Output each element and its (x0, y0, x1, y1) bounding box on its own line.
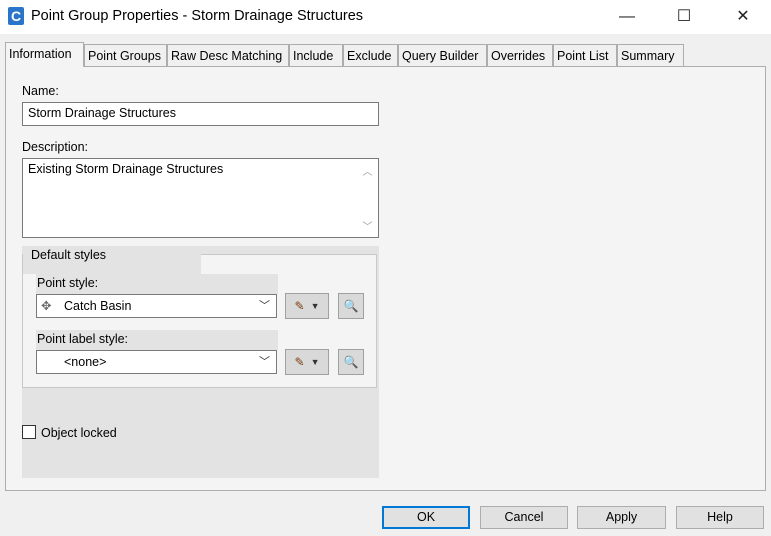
tab-include[interactable]: Include (289, 44, 343, 67)
point-label-style-value: <none> (64, 355, 107, 369)
ok-button[interactable]: OK (382, 506, 470, 529)
maximize-button[interactable]: ☐ (661, 4, 707, 30)
description-label: Description: (22, 140, 88, 154)
tab-summary[interactable]: Summary (617, 44, 684, 67)
tab-raw-desc-matching[interactable]: Raw Desc Matching (167, 44, 289, 67)
app-icon: C (8, 7, 24, 25)
view-point-style-button[interactable]: 🔍 (338, 293, 364, 319)
tab-point-groups[interactable]: Point Groups (84, 44, 167, 67)
tab-query-builder[interactable]: Query Builder (398, 44, 487, 67)
name-label: Name: (22, 84, 59, 98)
chevron-down-icon: ﹀ (259, 356, 270, 368)
description-scrollbar[interactable]: ︿ ﹀ (358, 160, 377, 236)
tab-information[interactable]: Information (5, 42, 84, 67)
default-styles-label: Default styles (31, 248, 107, 262)
point-style-icon: ✥ (41, 299, 52, 313)
description-textarea[interactable]: Existing Storm Drainage Structures (22, 158, 379, 238)
description-text: Existing Storm Drainage Structures (28, 162, 224, 176)
point-style-dropdown[interactable]: ✥ Catch Basin ﹀ (36, 294, 277, 318)
caret-down-icon: ▼ (310, 357, 320, 367)
style-detail-icon: 🔍 (343, 299, 359, 313)
help-button[interactable]: Help (676, 506, 764, 529)
chevron-down-icon: ﹀ (259, 300, 270, 312)
cancel-button[interactable]: Cancel (480, 506, 568, 529)
style-detail-icon: 🔍 (343, 355, 359, 369)
close-button[interactable]: ✕ (720, 4, 766, 30)
tab-point-list[interactable]: Point List (553, 44, 617, 67)
window-title: Point Group Properties - Storm Drainage … (31, 8, 364, 24)
point-style-value: Catch Basin (64, 299, 132, 313)
edit-style-icon: ✎ (294, 355, 305, 369)
apply-button[interactable]: Apply (577, 506, 666, 529)
view-point-label-style-button[interactable]: 🔍 (338, 349, 364, 375)
edit-style-icon: ✎ (294, 299, 305, 313)
point-label-style-label: Point label style: (37, 332, 129, 346)
minimize-button[interactable]: — (604, 4, 650, 30)
edit-point-style-button[interactable]: ✎ ▼ (285, 293, 329, 319)
point-label-style-dropdown[interactable]: <none> ﹀ (36, 350, 277, 374)
title-bar: C Point Group Properties - Storm Drainag… (0, 0, 771, 34)
caret-down-icon: ▼ (310, 301, 320, 311)
tab-exclude[interactable]: Exclude (343, 44, 398, 67)
object-locked-checkbox[interactable] (22, 425, 36, 439)
point-style-label: Point style: (37, 276, 99, 290)
object-locked-label: Object locked (41, 426, 117, 440)
tab-overrides[interactable]: Overrides (487, 44, 553, 67)
name-input[interactable]: Storm Drainage Structures (22, 102, 379, 126)
edit-point-label-style-button[interactable]: ✎ ▼ (285, 349, 329, 375)
